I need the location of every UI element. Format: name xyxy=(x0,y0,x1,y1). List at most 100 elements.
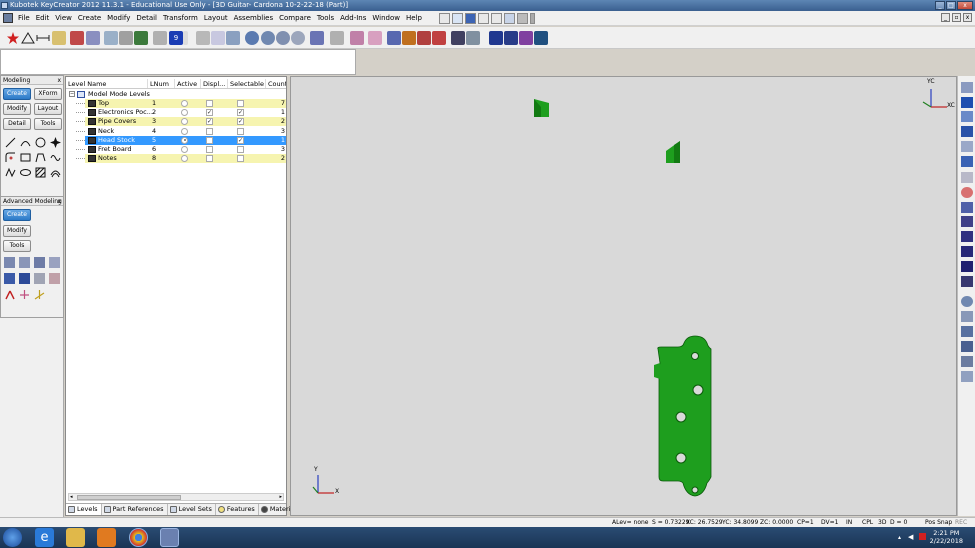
modeling-create-button[interactable]: Create xyxy=(3,88,31,100)
axis-right-icon[interactable] xyxy=(961,231,973,242)
mdi-restore-button[interactable]: ▫ xyxy=(952,13,961,22)
redo-icon[interactable] xyxy=(516,12,528,24)
open-file-icon[interactable] xyxy=(451,12,463,24)
level-active-radio[interactable] xyxy=(181,155,188,163)
verify-icon[interactable] xyxy=(211,31,225,45)
collapse-icon[interactable]: − xyxy=(69,91,75,97)
tab-levels[interactable]: Levels xyxy=(66,504,102,515)
level-active-radio[interactable] xyxy=(181,146,188,153)
scroll-right-icon[interactable]: ▸ xyxy=(279,494,282,500)
maximize-button[interactable]: □ xyxy=(946,1,956,10)
axis-pink-icon[interactable] xyxy=(19,289,30,300)
col-selectable[interactable]: Selectable xyxy=(228,79,266,88)
shell-icon[interactable] xyxy=(19,273,30,284)
system-clock[interactable]: 2:21 PM 2/22/2018 xyxy=(930,529,963,545)
zoom-icon[interactable] xyxy=(961,311,973,322)
level-manager-icon[interactable] xyxy=(104,31,118,45)
advanced-tools-button[interactable]: Tools xyxy=(3,240,31,252)
level-active-radio[interactable] xyxy=(181,100,188,107)
fillet-tool-icon[interactable] xyxy=(5,152,16,163)
modeling-tools-button[interactable]: Tools xyxy=(34,118,62,130)
part-head-stock[interactable] xyxy=(654,335,712,497)
scroll-left-icon[interactable]: ◂ xyxy=(70,494,73,500)
view-left-icon[interactable] xyxy=(961,172,973,183)
spline-icon[interactable] xyxy=(50,152,61,163)
level-active-radio[interactable] xyxy=(181,109,188,117)
axis-red-icon[interactable] xyxy=(4,289,15,300)
triangle-icon[interactable] xyxy=(21,31,35,45)
move-icon[interactable] xyxy=(226,31,240,45)
level-selectable-checkbox[interactable] xyxy=(237,127,244,135)
mdi-minimize-button[interactable]: _ xyxy=(941,13,950,22)
level-display-checkbox[interactable] xyxy=(206,100,213,107)
col-level-name[interactable]: Level Name xyxy=(66,79,148,88)
part-pipe-cover-1[interactable] xyxy=(534,99,549,117)
fullscreen-icon[interactable] xyxy=(961,371,973,382)
level-row[interactable]: Fret Board 6 3 xyxy=(66,145,286,154)
view-right-icon[interactable] xyxy=(961,126,973,137)
print-preview-icon[interactable] xyxy=(490,12,502,24)
boolean-icon[interactable] xyxy=(417,31,431,45)
tree-root[interactable]: − Model Mode Levels xyxy=(66,90,286,99)
point-icon[interactable] xyxy=(50,137,61,148)
rotate-view-icon[interactable] xyxy=(245,31,259,45)
star-shield-icon[interactable] xyxy=(534,31,548,45)
loft-icon[interactable] xyxy=(49,257,60,268)
menu-file[interactable]: File xyxy=(15,11,33,26)
level-display-checkbox[interactable]: ✓ xyxy=(206,109,213,117)
render-icon[interactable] xyxy=(70,31,84,45)
view-icon[interactable] xyxy=(153,31,167,45)
menu-add-ins[interactable]: Add-Ins xyxy=(337,11,369,26)
menu-modify[interactable]: Modify xyxy=(104,11,133,26)
view-bottom-icon[interactable] xyxy=(961,156,973,167)
tray-chevron-icon[interactable]: ▴ xyxy=(898,534,901,541)
level-row[interactable]: Top 1 7 xyxy=(66,99,286,108)
menu-tools[interactable]: Tools xyxy=(314,11,337,26)
tab-part-references[interactable]: Part References xyxy=(102,504,168,515)
tab-level-sets[interactable]: Level Sets xyxy=(168,504,216,515)
level-active-radio[interactable] xyxy=(181,127,188,135)
menu-help[interactable]: Help xyxy=(403,11,425,26)
menu-transform[interactable]: Transform xyxy=(160,11,201,26)
level-selectable-checkbox[interactable] xyxy=(237,146,244,153)
level-row-cells[interactable]: Pipe Covers 3 ✓ ✓ 2 xyxy=(76,117,286,127)
view-back-icon[interactable] xyxy=(961,141,973,152)
level-row-cells[interactable]: Fret Board 6 3 xyxy=(76,145,286,154)
active-layer-selector[interactable]: 9 xyxy=(169,31,183,45)
level-selectable-checkbox[interactable] xyxy=(237,155,244,163)
advanced-modify-button[interactable]: Modify xyxy=(3,225,31,237)
level-selectable-checkbox[interactable]: ✓ xyxy=(237,109,244,117)
advanced-create-button[interactable]: Create xyxy=(3,209,31,221)
level-row-cells[interactable]: Head Stock 5 ✓ 1 xyxy=(76,135,286,145)
close-icon[interactable]: x xyxy=(57,197,61,206)
undo-icon[interactable] xyxy=(503,12,515,24)
view-front-icon[interactable] xyxy=(961,111,973,122)
select-star-icon[interactable] xyxy=(6,31,20,45)
level-display-checkbox[interactable] xyxy=(206,136,213,144)
cube-pink-icon[interactable] xyxy=(350,31,364,45)
level-display-checkbox[interactable]: ✓ xyxy=(206,118,213,126)
level-row[interactable]: Pipe Covers 3 ✓ ✓ 2 xyxy=(66,117,286,127)
color-icon[interactable] xyxy=(134,31,148,45)
level-display-checkbox[interactable] xyxy=(206,155,213,163)
menu-compare[interactable]: Compare xyxy=(276,11,314,26)
solid-primitive-icon[interactable] xyxy=(4,273,15,284)
cube-outline-icon[interactable] xyxy=(368,31,382,45)
shield-check-icon[interactable] xyxy=(504,31,518,45)
view-top-icon[interactable] xyxy=(961,97,973,108)
level-selectable-checkbox[interactable] xyxy=(237,100,244,107)
part-pipe-cover-2[interactable] xyxy=(666,141,680,163)
hidden-line-icon[interactable] xyxy=(466,31,480,45)
view-isometric-icon[interactable] xyxy=(961,82,973,93)
surface-icon[interactable] xyxy=(402,31,416,45)
zoom-window-icon[interactable] xyxy=(961,341,973,352)
menu-layout[interactable]: Layout xyxy=(201,11,231,26)
level-row[interactable]: Neck 4 3 xyxy=(66,127,286,136)
new-file-icon[interactable] xyxy=(438,12,450,24)
level-row-cells[interactable]: Neck 4 3 xyxy=(76,127,286,136)
internet-explorer-icon[interactable]: e xyxy=(35,528,54,547)
mdi-close-button[interactable]: x xyxy=(963,13,972,22)
solid-icon[interactable] xyxy=(387,31,401,45)
level-selectable-checkbox[interactable]: ✓ xyxy=(237,136,244,144)
layer-icon[interactable] xyxy=(52,31,66,45)
